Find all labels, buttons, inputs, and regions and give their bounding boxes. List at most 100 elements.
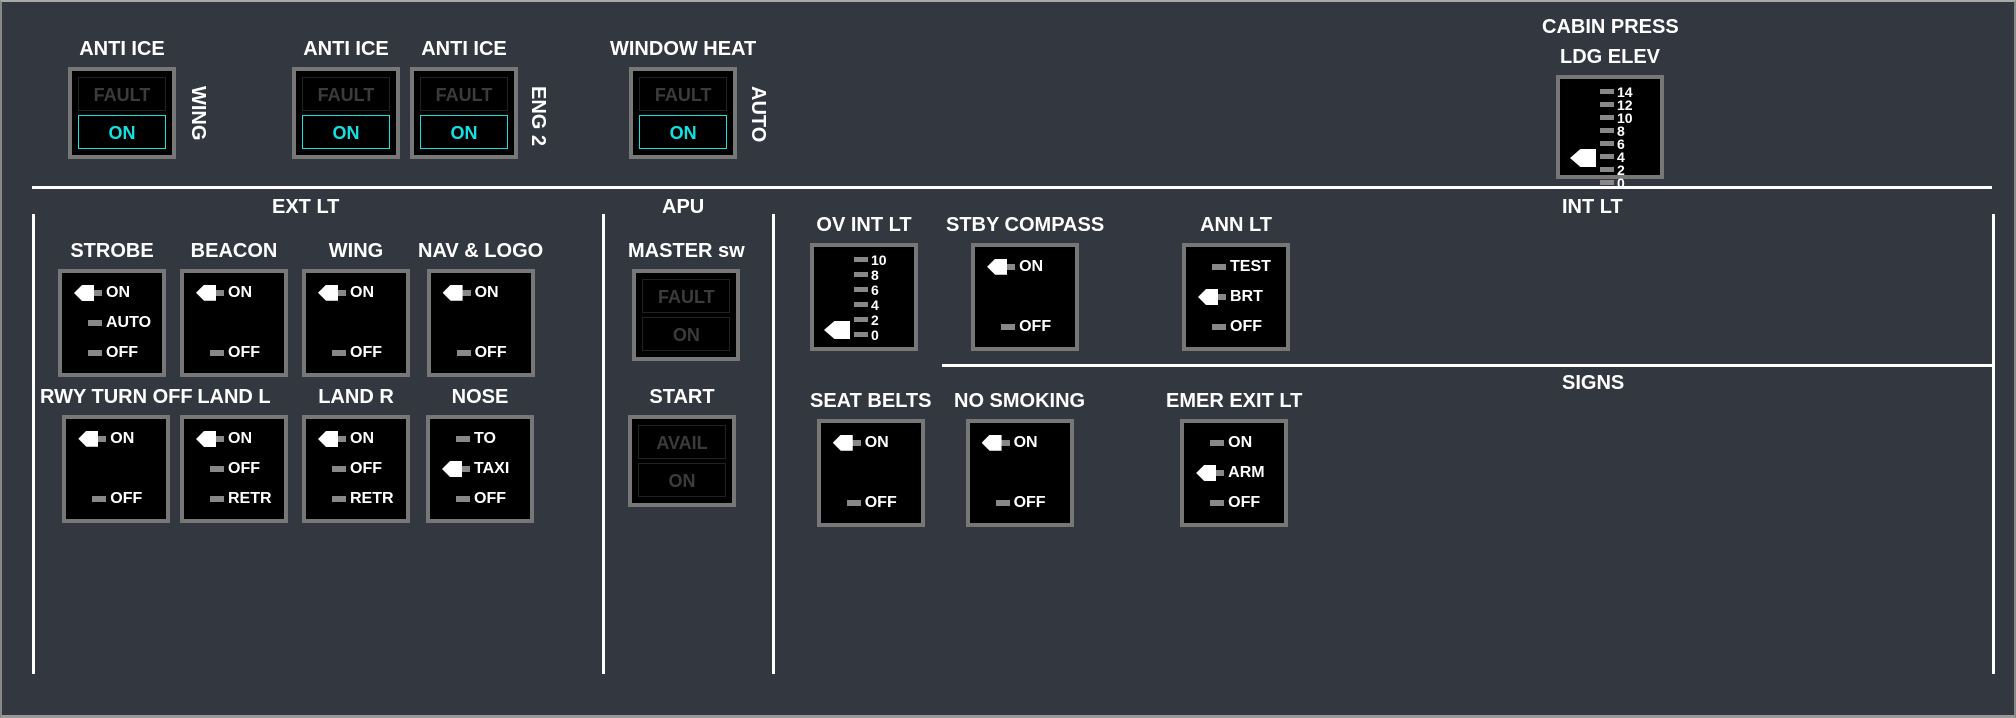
switch-option: TEST <box>1192 253 1280 281</box>
switch-option: ON <box>437 279 525 306</box>
switch-option: OFF <box>976 490 1064 517</box>
section-cabin-press: CABIN PRESS <box>1542 16 1679 38</box>
fault-light: FAULT <box>420 77 508 111</box>
tick-mark <box>456 496 470 502</box>
switch-knob-icon <box>1196 463 1226 483</box>
stby-compass-switch[interactable]: ONOFF <box>971 243 1079 351</box>
switch-option: OFF <box>68 339 156 367</box>
switch-option-label: OFF <box>865 494 897 512</box>
switch-option-label: ON <box>106 284 130 302</box>
fault-light: FAULT <box>302 77 390 111</box>
switch-option-label: OFF <box>350 344 382 362</box>
switch-option-label: OFF <box>475 344 507 362</box>
nose-title: NOSE <box>452 386 509 409</box>
ov-int-title: OV INT LT <box>816 214 911 237</box>
tick-mark <box>210 350 224 356</box>
switch-option-label: OFF <box>350 460 382 478</box>
emer-exit-title: EMER EXIT LT <box>1166 390 1302 413</box>
seat-belts-title: SEAT BELTS <box>810 390 931 413</box>
switch-option-label: ON <box>475 284 499 302</box>
switch-option-label: OFF <box>228 460 260 478</box>
switch-option-label: OFF <box>1014 494 1046 512</box>
anti-ice-wing-button[interactable]: FAULT ON <box>68 67 176 159</box>
fault-light: FAULT <box>642 279 730 313</box>
switch-option-label: OFF <box>1228 494 1260 512</box>
ann-lt-switch[interactable]: TEST BRT OFF <box>1182 243 1290 351</box>
switch-option-label: ARM <box>1228 464 1264 482</box>
anti-ice-wing-side: WING <box>186 86 209 140</box>
tick-mark <box>1210 500 1224 506</box>
switch-knob-icon <box>318 283 348 303</box>
switch-option-label: OFF <box>1230 318 1262 336</box>
no-smoking-title: NO SMOKING <box>954 390 1085 413</box>
on-light: ON <box>420 115 508 149</box>
beacon-switch[interactable]: ON OFF <box>180 269 288 377</box>
switch-option-label: ON <box>350 430 374 448</box>
nose-switch[interactable]: TOTAXIOFF <box>426 415 534 523</box>
landl-switch[interactable]: ON OFF RETR <box>180 415 288 523</box>
switch-option: ON <box>827 429 915 456</box>
switch-option: OFF <box>312 455 400 483</box>
ov-int-switch[interactable]: 1086420 <box>810 243 918 351</box>
on-light: ON <box>638 463 726 497</box>
switch-option: ON <box>68 279 156 307</box>
tick-mark <box>996 500 1010 506</box>
window-heat-button[interactable]: FAULT ON <box>629 67 737 159</box>
tick-mark <box>332 350 346 356</box>
switch-option: OFF <box>1192 313 1280 341</box>
scale-tick-label: 8 <box>871 267 879 283</box>
landr-title: LAND R <box>318 386 394 409</box>
switch-option-label: AUTO <box>106 314 151 332</box>
landr-switch[interactable]: ON OFF RETR <box>302 415 410 523</box>
switch-option: OFF <box>312 340 400 367</box>
switch-option: OFF <box>827 490 915 517</box>
switch-knob-icon <box>196 283 226 303</box>
apu-start-button[interactable]: AVAIL ON <box>628 415 736 507</box>
scale-tick-label: 2 <box>871 312 879 328</box>
on-light: ON <box>639 115 727 149</box>
switch-option: ON <box>312 279 400 306</box>
stby-compass-title: STBY COMPASS <box>946 214 1104 237</box>
switch-option: RETR <box>312 485 400 513</box>
switch-option-label: ON <box>228 284 252 302</box>
tick-mark <box>88 320 102 326</box>
switch-option: TAXI <box>436 455 524 483</box>
window-heat-title: WINDOW HEAT <box>610 38 756 61</box>
switch-option: OFF <box>981 314 1069 341</box>
navlogo-switch[interactable]: ON OFF <box>427 269 535 377</box>
rwy-title: RWY TURN OFF <box>40 386 193 409</box>
scale-tick-label: 0 <box>1617 175 1625 191</box>
switch-option: AUTO <box>68 309 156 337</box>
apu-master-button[interactable]: FAULT ON <box>632 269 740 361</box>
emer-exit-switch[interactable]: ONARMOFF <box>1180 419 1288 527</box>
scale-tick: 0 <box>854 328 879 341</box>
switch-option-label: OFF <box>228 344 260 362</box>
seat-belts-switch[interactable]: ON OFF <box>817 419 925 527</box>
switch-knob-icon <box>982 433 1012 453</box>
switch-knob-icon <box>78 429 108 449</box>
tick-mark <box>332 466 346 472</box>
switch-knob-icon <box>824 321 850 339</box>
tick-mark <box>456 436 470 442</box>
wing-lt-title: WING <box>329 240 383 263</box>
scale-tick: 8 <box>854 268 879 281</box>
no-smoking-switch[interactable]: ONOFF <box>966 419 1074 527</box>
anti-ice-eng2-button[interactable]: FAULT ON <box>410 67 518 159</box>
ldg-elev-switch[interactable]: 14121086420 <box>1556 75 1664 179</box>
switch-option-label: RETR <box>350 490 394 508</box>
switch-knob-icon <box>196 429 226 449</box>
switch-option-label: RETR <box>228 490 272 508</box>
switch-option: OFF <box>1190 489 1278 517</box>
scale-tick-label: 10 <box>871 252 887 268</box>
wing-lt-switch[interactable]: ON OFF <box>302 269 410 377</box>
switch-option-label: BRT <box>1230 288 1263 306</box>
strobe-switch[interactable]: ON AUTO OFF <box>58 269 166 377</box>
section-signs: SIGNS <box>1562 372 1624 394</box>
tick-mark <box>1212 264 1226 270</box>
rwy-switch[interactable]: ONOFF <box>62 415 170 523</box>
switch-option: ON <box>190 425 278 453</box>
anti-ice-wing-title: ANTI ICE <box>79 38 165 61</box>
avail-light: AVAIL <box>638 425 726 459</box>
scale-tick: 6 <box>854 283 879 296</box>
anti-ice-eng1-button[interactable]: FAULT ON <box>292 67 400 159</box>
